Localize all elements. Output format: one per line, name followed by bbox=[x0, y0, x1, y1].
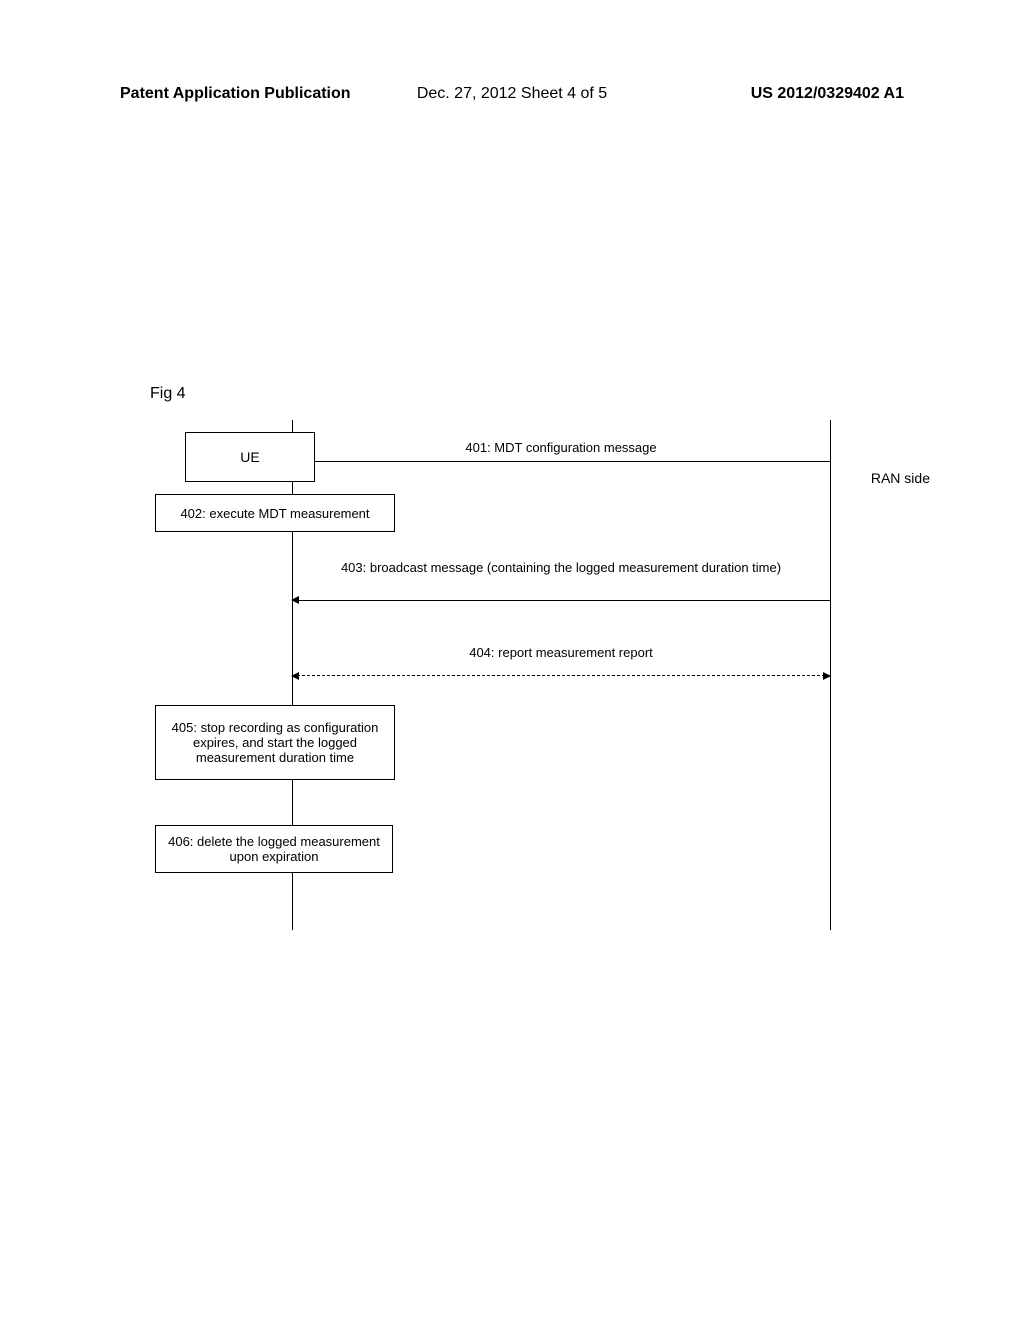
ue-label: UE bbox=[240, 449, 259, 465]
step-402-box: 402: execute MDT measurement bbox=[155, 494, 395, 532]
msg-403-label: 403: broadcast message (containing the l… bbox=[292, 560, 830, 575]
msg-401-label: 401: MDT configuration message bbox=[292, 440, 830, 455]
sequence-diagram: UE RAN side 401: MDT configuration messa… bbox=[150, 420, 870, 930]
step-402-text: 402: execute MDT measurement bbox=[180, 506, 369, 521]
ran-actor-label: RAN side bbox=[871, 470, 930, 486]
step-406-box: 406: delete the logged measurement upon … bbox=[155, 825, 393, 873]
header-left: Patent Application Publication bbox=[120, 85, 351, 103]
header-center: Dec. 27, 2012 Sheet 4 of 5 bbox=[417, 85, 607, 103]
msg-404-arrow bbox=[292, 675, 830, 676]
step-406-text: 406: delete the logged measurement upon … bbox=[160, 834, 388, 864]
msg-401-arrow bbox=[292, 461, 830, 462]
step-405-box: 405: stop recording as configuration exp… bbox=[155, 705, 395, 780]
step-405-text: 405: stop recording as configuration exp… bbox=[160, 720, 390, 765]
page-header: Patent Application Publication Dec. 27, … bbox=[120, 85, 904, 103]
header-right: US 2012/0329402 A1 bbox=[751, 85, 904, 103]
msg-403-arrow bbox=[292, 600, 830, 601]
ue-actor-box: UE bbox=[185, 432, 315, 482]
figure-label: Fig 4 bbox=[150, 385, 186, 403]
msg-404-label: 404: report measurement report bbox=[292, 645, 830, 660]
